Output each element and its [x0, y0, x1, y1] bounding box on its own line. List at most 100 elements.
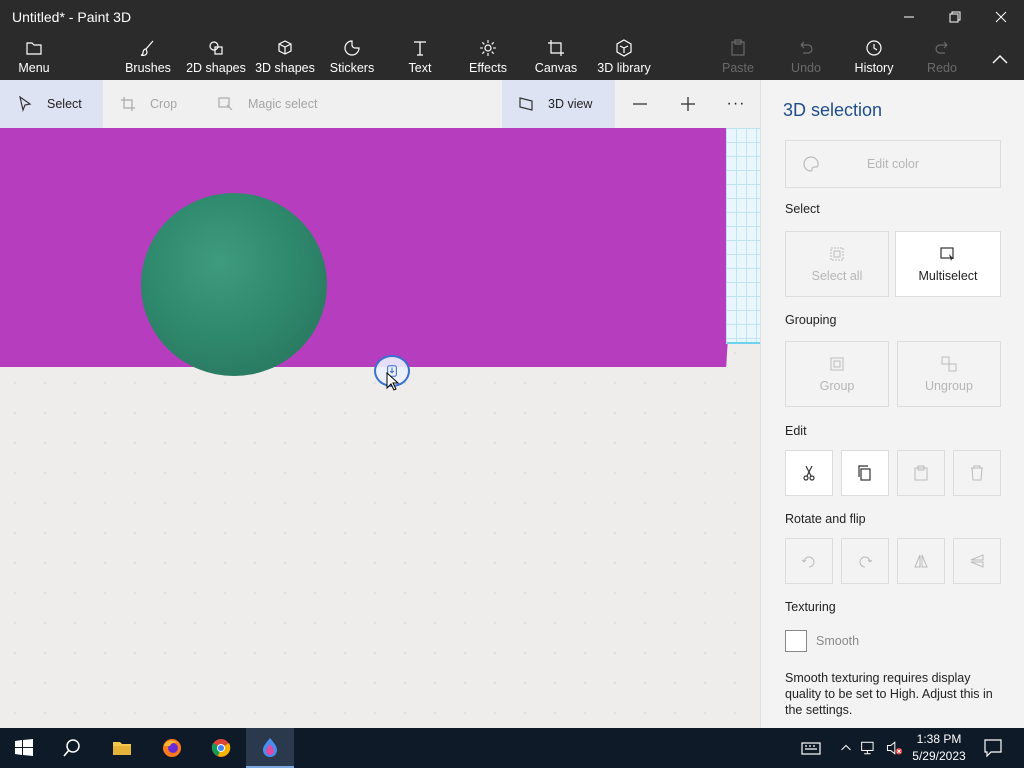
- magic-select-button[interactable]: Magic select: [204, 80, 344, 128]
- start-button[interactable]: [0, 728, 48, 768]
- effects-label: Effects: [469, 61, 507, 75]
- selection-panel: 3D selection Edit color Select Select al…: [760, 80, 1024, 728]
- multiselect-button[interactable]: Multiselect: [895, 231, 1001, 297]
- select-all-label: Select all: [811, 269, 863, 283]
- group-button[interactable]: Group: [785, 341, 889, 407]
- restore-button[interactable]: [932, 0, 978, 34]
- shapes-2d-button[interactable]: 2D shapes: [186, 34, 246, 80]
- multiselect-label: Multiselect: [918, 269, 978, 283]
- delete-button[interactable]: [953, 450, 1001, 496]
- brushes-button[interactable]: Brushes: [122, 34, 174, 80]
- chrome-button[interactable]: [197, 728, 245, 768]
- flip-vertical-button[interactable]: [953, 538, 1001, 584]
- menu-button[interactable]: Menu: [12, 34, 56, 80]
- zoom-out-button[interactable]: [622, 80, 658, 128]
- rotate-right-button[interactable]: [841, 538, 889, 584]
- redo-button[interactable]: Redo: [924, 34, 960, 80]
- grid-edge-line: [727, 342, 760, 344]
- notification-icon: [984, 739, 1002, 758]
- select-all-icon: [828, 245, 846, 263]
- drawing-canvas[interactable]: [0, 128, 760, 728]
- undo-icon: [800, 41, 813, 54]
- history-icon: [866, 40, 882, 56]
- firefox-icon: [163, 739, 181, 757]
- shapes-2d-icon: [209, 41, 223, 55]
- paste-label: Paste: [722, 61, 754, 75]
- clock-time: 1:38 PM: [916, 732, 962, 746]
- history-button[interactable]: History: [852, 34, 896, 80]
- network-button[interactable]: [858, 728, 880, 768]
- crop-button[interactable]: Crop: [104, 80, 204, 128]
- minus-icon: [633, 103, 647, 105]
- brush-icon: [140, 40, 154, 56]
- stickers-button[interactable]: Stickers: [328, 34, 376, 80]
- shapes-3d-label: 3D shapes: [255, 61, 315, 75]
- ungroup-label: Ungroup: [925, 379, 973, 393]
- canvas-object-rectangle[interactable]: [0, 128, 741, 367]
- collapse-toolbar-button[interactable]: [986, 34, 1014, 80]
- select-tool-button[interactable]: Select: [0, 80, 103, 128]
- chevron-up-icon: [992, 55, 1008, 64]
- redo-label: Redo: [927, 61, 957, 75]
- magic-select-icon: [218, 97, 233, 111]
- smooth-texturing-note: Smooth texturing requires display qualit…: [785, 671, 993, 717]
- 3d-sphere-object[interactable]: [141, 193, 327, 376]
- smooth-checkbox[interactable]: [785, 630, 807, 652]
- text-icon: [414, 41, 426, 56]
- group-label: Group: [819, 379, 855, 393]
- canvas-button[interactable]: Canvas: [534, 34, 578, 80]
- edit-heading: Edit: [785, 424, 807, 438]
- view-3d-button[interactable]: 3D view: [502, 80, 615, 128]
- chrome-icon: [211, 739, 231, 757]
- flip-horizontal-icon: [912, 552, 930, 570]
- rotate-left-icon: [800, 552, 818, 570]
- search-button[interactable]: [48, 728, 96, 768]
- undo-button[interactable]: Undo: [788, 34, 824, 80]
- window-title: Untitled* - Paint 3D: [12, 9, 132, 25]
- rotate-left-button[interactable]: [785, 538, 833, 584]
- history-label: History: [854, 61, 894, 75]
- grouping-heading: Grouping: [785, 313, 837, 327]
- effects-button[interactable]: Effects: [466, 34, 510, 80]
- minimize-button[interactable]: [886, 0, 932, 34]
- file-explorer-button[interactable]: [98, 728, 146, 768]
- volume-muted-icon: [886, 741, 903, 755]
- firefox-button[interactable]: [148, 728, 196, 768]
- close-button[interactable]: [978, 0, 1024, 34]
- more-options-label: ···: [726, 95, 746, 112]
- select-heading: Select: [785, 202, 820, 216]
- text-button[interactable]: Text: [402, 34, 438, 80]
- rotate-right-icon: [856, 552, 874, 570]
- select-all-button[interactable]: Select all: [785, 231, 889, 297]
- shapes-3d-button[interactable]: 3D shapes: [254, 34, 316, 80]
- library-3d-icon: [616, 39, 632, 57]
- keyboard-icon: [801, 742, 821, 755]
- zoom-in-button[interactable]: [670, 80, 706, 128]
- ungroup-icon: [940, 355, 958, 373]
- restore-icon: [949, 11, 961, 23]
- pointer-icon: [19, 96, 32, 112]
- paint-3d-taskbar-button[interactable]: [246, 728, 294, 768]
- paste-panel-button[interactable]: [897, 450, 945, 496]
- library-3d-label: 3D library: [597, 61, 651, 75]
- cut-button[interactable]: [785, 450, 833, 496]
- copy-icon: [856, 464, 874, 482]
- copy-button[interactable]: [841, 450, 889, 496]
- flip-horizontal-button[interactable]: [897, 538, 945, 584]
- minimize-icon: [904, 16, 914, 18]
- scissors-icon: [800, 464, 818, 482]
- more-options-button[interactable]: ···: [718, 80, 754, 128]
- ungroup-button[interactable]: Ungroup: [897, 341, 1001, 407]
- crop-label: Crop: [150, 97, 178, 111]
- edit-color-button[interactable]: Edit color: [785, 140, 1001, 188]
- sun-icon: [480, 40, 496, 56]
- paste-button[interactable]: Paste: [720, 34, 756, 80]
- library-3d-button[interactable]: 3D library: [596, 34, 652, 80]
- action-center-keyboard-button[interactable]: [796, 728, 826, 768]
- show-hidden-icons-button[interactable]: [836, 728, 856, 768]
- network-icon: [861, 741, 874, 755]
- brushes-label: Brushes: [125, 61, 171, 75]
- volume-button[interactable]: [882, 728, 906, 768]
- notifications-button[interactable]: [978, 728, 1008, 768]
- system-clock[interactable]: 1:38 PM 5/29/2023: [905, 731, 973, 765]
